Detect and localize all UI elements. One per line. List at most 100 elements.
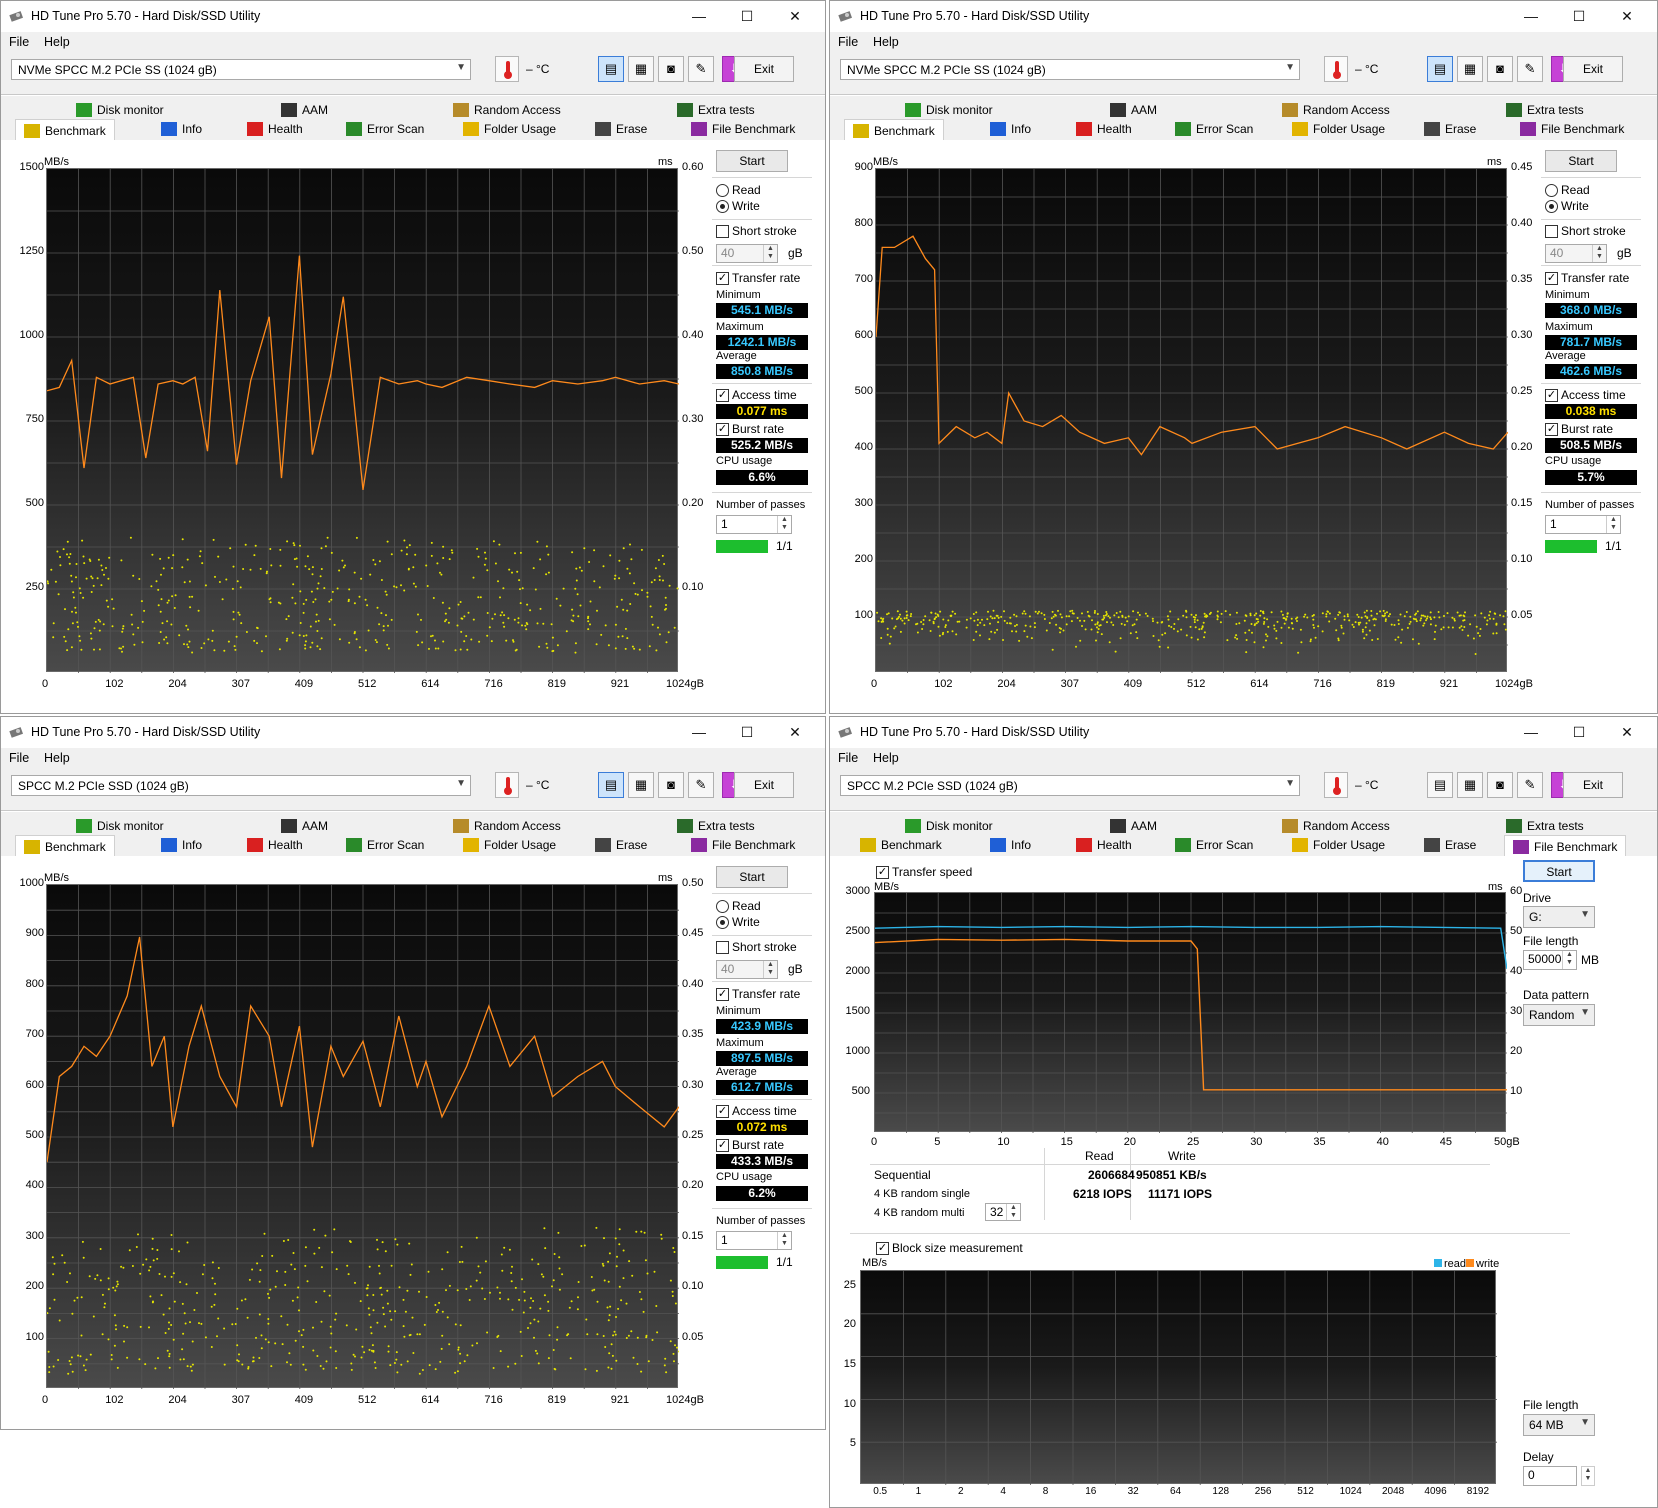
screenshot-camera-icon[interactable]: ◙ xyxy=(1487,772,1513,798)
tab-benchmark[interactable]: Benchmark xyxy=(844,119,944,141)
passes-input[interactable]: 1 ▲ ▼ xyxy=(716,515,792,534)
access-time-checkbox[interactable]: ✓ xyxy=(716,1105,729,1118)
passes-input[interactable]: 1 ▲ ▼ xyxy=(716,1231,792,1250)
exit-button[interactable]: Exit xyxy=(1563,772,1623,798)
read-radio[interactable] xyxy=(716,900,729,913)
tab-info[interactable]: Info xyxy=(990,119,1031,139)
tab-error-scan[interactable]: Error Scan xyxy=(1175,119,1253,139)
menu-help[interactable]: Help xyxy=(873,35,899,49)
options-wrench-icon[interactable]: ✎ xyxy=(1517,56,1543,82)
screenshot-camera-icon[interactable]: ◙ xyxy=(658,772,684,798)
tab-erase[interactable]: Erase xyxy=(1424,119,1476,139)
copy-text-icon[interactable]: ▤ xyxy=(1427,772,1453,798)
spin-arrows-icon[interactable]: ▲ ▼ xyxy=(763,245,777,262)
spin-arrows-icon[interactable]: ▲ ▼ xyxy=(777,1232,791,1249)
menu-file[interactable]: File xyxy=(838,35,858,49)
transfer-speed-checkbox[interactable]: ✓ xyxy=(876,866,889,879)
burst-rate-checkbox[interactable]: ✓ xyxy=(1545,423,1558,436)
tab-file-benchmark[interactable]: File Benchmark xyxy=(691,835,795,855)
write-radio[interactable] xyxy=(1545,200,1558,213)
tab-info[interactable]: Info xyxy=(161,119,202,139)
start-button[interactable]: Start xyxy=(1545,150,1617,172)
tab-disk-monitor[interactable]: Disk monitor xyxy=(76,100,164,120)
close-button[interactable]: ✕ xyxy=(785,7,805,25)
burst-rate-checkbox[interactable]: ✓ xyxy=(716,1139,729,1152)
tab-error-scan[interactable]: Error Scan xyxy=(346,835,424,855)
tab-error-scan[interactable]: Error Scan xyxy=(346,119,424,139)
copy-image-icon[interactable]: ▦ xyxy=(628,772,654,798)
spin-arrows-icon[interactable]: ▲ ▼ xyxy=(1592,245,1606,262)
tab-disk-monitor[interactable]: Disk monitor xyxy=(905,816,993,836)
options-wrench-icon[interactable]: ✎ xyxy=(688,772,714,798)
tab-health[interactable]: Health xyxy=(1076,119,1132,139)
spin-arrows-icon[interactable]: ▲ ▼ xyxy=(1606,516,1620,533)
tab-info[interactable]: Info xyxy=(161,835,202,855)
tab-random-access[interactable]: Random Access xyxy=(1282,100,1390,120)
close-button[interactable]: ✕ xyxy=(1617,7,1637,25)
tab-health[interactable]: Health xyxy=(1076,835,1132,855)
minimize-button[interactable]: — xyxy=(689,723,709,741)
tab-file-benchmark[interactable]: File Benchmark xyxy=(691,119,795,139)
transfer-rate-checkbox[interactable]: ✓ xyxy=(716,272,729,285)
maximize-button[interactable]: ☐ xyxy=(1569,7,1589,25)
tab-aam[interactable]: AAM xyxy=(281,816,328,836)
tab-health[interactable]: Health xyxy=(247,119,303,139)
write-radio[interactable] xyxy=(716,916,729,929)
tab-random-access[interactable]: Random Access xyxy=(453,816,561,836)
screenshot-camera-icon[interactable]: ◙ xyxy=(1487,56,1513,82)
tab-file-benchmark[interactable]: File Benchmark xyxy=(1504,835,1627,857)
copy-image-icon[interactable]: ▦ xyxy=(628,56,654,82)
tab-aam[interactable]: AAM xyxy=(1110,816,1157,836)
maximize-button[interactable]: ☐ xyxy=(737,723,757,741)
minimize-button[interactable]: — xyxy=(1521,7,1541,25)
tab-info[interactable]: Info xyxy=(990,835,1031,855)
access-time-checkbox[interactable]: ✓ xyxy=(1545,389,1558,402)
tab-erase[interactable]: Erase xyxy=(1424,835,1476,855)
copy-image-icon[interactable]: ▦ xyxy=(1457,772,1483,798)
tab-folder-usage[interactable]: Folder Usage xyxy=(1292,835,1385,855)
menu-file[interactable]: File xyxy=(9,35,29,49)
short-stroke-input[interactable]: 40 ▲ ▼ xyxy=(716,960,778,979)
data-pattern-dropdown[interactable]: Random ▼ xyxy=(1523,1004,1595,1026)
transfer-rate-checkbox[interactable]: ✓ xyxy=(716,988,729,1001)
tab-disk-monitor[interactable]: Disk monitor xyxy=(76,816,164,836)
read-radio[interactable] xyxy=(716,184,729,197)
passes-input[interactable]: 1 ▲ ▼ xyxy=(1545,515,1621,534)
tab-erase[interactable]: Erase xyxy=(595,119,647,139)
exit-button[interactable]: Exit xyxy=(734,772,794,798)
drive-select[interactable]: NVMe SPCC M.2 PCIe SS (1024 gB) ▼ xyxy=(840,59,1300,80)
tab-extra-tests[interactable]: Extra tests xyxy=(1506,816,1584,836)
drive-select[interactable]: NVMe SPCC M.2 PCIe SS (1024 gB) ▼ xyxy=(11,59,471,80)
tab-folder-usage[interactable]: Folder Usage xyxy=(463,835,556,855)
delay-input[interactable]: 0 xyxy=(1523,1466,1577,1486)
start-button[interactable]: Start xyxy=(716,150,788,172)
burst-rate-checkbox[interactable]: ✓ xyxy=(716,423,729,436)
exit-button[interactable]: Exit xyxy=(734,56,794,82)
short-stroke-input[interactable]: 40 ▲ ▼ xyxy=(1545,244,1607,263)
spin-arrows-icon[interactable]: ▲ ▼ xyxy=(777,516,791,533)
write-radio[interactable] xyxy=(716,200,729,213)
tab-random-access[interactable]: Random Access xyxy=(1282,816,1390,836)
copy-text-icon[interactable]: ▤ xyxy=(598,772,624,798)
spin-arrows-icon[interactable]: ▲ ▼ xyxy=(1006,1204,1020,1220)
tab-aam[interactable]: AAM xyxy=(281,100,328,120)
tab-folder-usage[interactable]: Folder Usage xyxy=(463,119,556,139)
spin-arrows-icon[interactable]: ▲ ▼ xyxy=(763,961,777,978)
maximize-button[interactable]: ☐ xyxy=(737,7,757,25)
options-wrench-icon[interactable]: ✎ xyxy=(1517,772,1543,798)
transfer-rate-checkbox[interactable]: ✓ xyxy=(1545,272,1558,285)
menu-file[interactable]: File xyxy=(9,751,29,765)
tab-extra-tests[interactable]: Extra tests xyxy=(677,100,755,120)
block-size-file-length-dropdown[interactable]: 64 MB ▼ xyxy=(1523,1414,1595,1436)
exit-button[interactable]: Exit xyxy=(1563,56,1623,82)
tab-erase[interactable]: Erase xyxy=(595,835,647,855)
tab-extra-tests[interactable]: Extra tests xyxy=(677,816,755,836)
tab-aam[interactable]: AAM xyxy=(1110,100,1157,120)
minimize-button[interactable]: — xyxy=(1521,723,1541,741)
menu-help[interactable]: Help xyxy=(44,751,70,765)
tab-folder-usage[interactable]: Folder Usage xyxy=(1292,119,1385,139)
block-size-checkbox[interactable]: ✓ xyxy=(876,1242,889,1255)
short-stroke-checkbox[interactable] xyxy=(716,225,729,238)
menu-help[interactable]: Help xyxy=(44,35,70,49)
copy-text-icon[interactable]: ▤ xyxy=(598,56,624,82)
